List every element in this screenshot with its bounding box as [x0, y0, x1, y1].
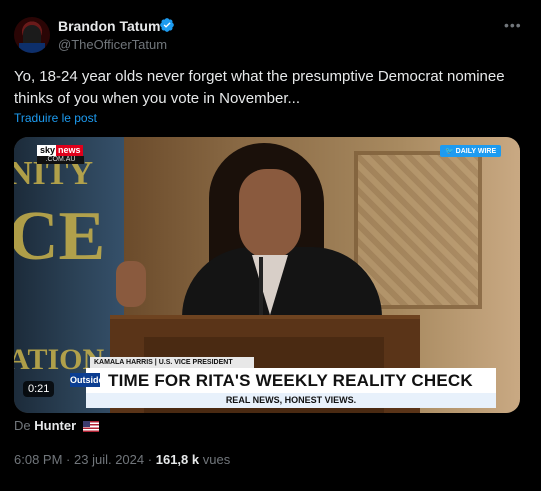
video-player[interactable]: NITY CE ATION sky news .COM.AU 🐦 DAILY W… [14, 137, 520, 413]
tweet-date[interactable]: 23 juil. 2024 [74, 452, 144, 467]
more-options-icon[interactable]: ••• [504, 17, 522, 33]
lower-third-subline: REAL NEWS, HONEST VIEWS. [86, 393, 496, 408]
logo-news: news [56, 145, 83, 156]
meta-separator: · [147, 452, 153, 467]
tweet-time[interactable]: 6:08 PM [14, 452, 62, 467]
verified-badge-icon [160, 18, 174, 32]
bird-icon: 🐦 [445, 148, 454, 155]
speaker-hand [116, 261, 146, 307]
attribution: De Hunter [14, 418, 99, 433]
lower-third-name: KAMALA HARRIS | U.S. VICE PRESIDENT [90, 357, 254, 368]
lower-third-headline: TIME FOR RITA'S WEEKLY REALITY CHECK [108, 371, 473, 390]
attribution-source[interactable]: Hunter [34, 418, 76, 433]
logo-domain: .COM.AU [37, 156, 84, 164]
author-avatar[interactable] [14, 17, 50, 53]
outsiders-logo: Outsiders [70, 373, 113, 387]
us-flag-icon [82, 421, 99, 433]
speaker-face [239, 169, 301, 259]
sky-news-logo: sky news .COM.AU [37, 145, 84, 164]
video-duration: 0:21 [23, 381, 55, 397]
daily-wire-badge: 🐦 DAILY WIRE [440, 145, 502, 157]
author-name[interactable]: Brandon Tatum [58, 18, 160, 34]
avatar-band [19, 43, 45, 53]
author-handle[interactable]: @TheOfficerTatum [58, 37, 167, 52]
banner-text-mid: CE [14, 198, 106, 275]
attribution-prefix: De [14, 418, 31, 433]
tweet-meta: 6:08 PM · 23 juil. 2024 · 161,8 k vues [14, 452, 230, 467]
lower-third: KAMALA HARRIS | U.S. VICE PRESIDENT Outs… [70, 357, 496, 409]
logo-sky: sky [37, 145, 59, 156]
translate-link[interactable]: Traduire le post [14, 111, 97, 125]
views-count: 161,8 k [155, 452, 200, 467]
meta-separator: · [66, 452, 71, 467]
daily-wire-label: DAILY WIRE [455, 148, 497, 155]
views-label: vues [202, 452, 231, 467]
tweet-text: Yo, 18-24 year olds never forget what th… [14, 68, 505, 107]
